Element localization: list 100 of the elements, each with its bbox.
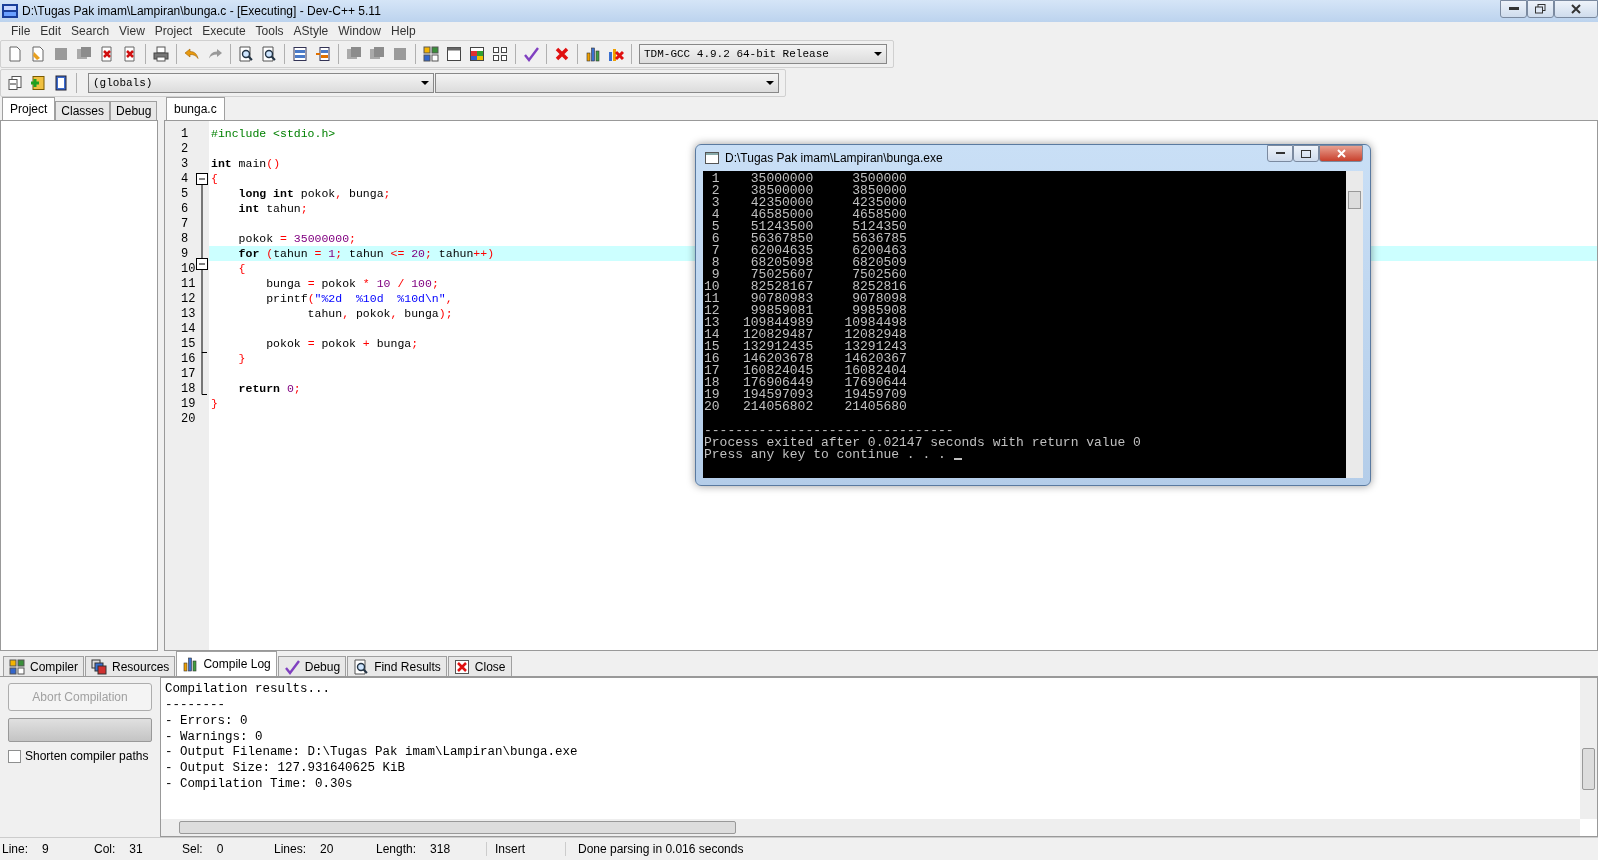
line-number: 9 <box>181 246 189 261</box>
console-output-line: 5 51243500 5124350 <box>710 221 908 233</box>
member-dropdown[interactable] <box>435 72 779 93</box>
compiler-dropdown[interactable]: TDM-GCC 4.9.2 64-bit Release <box>639 43 887 64</box>
caret-icon <box>874 51 882 56</box>
window-title: D:\Tugas Pak imam\Lampiran\bunga.c - [Executing] - Dev-C++ 5.11 <box>22 3 382 18</box>
search-icon[interactable] <box>238 45 254 62</box>
code-line: for (tahun = 1; tahun <= 20; tahun++) <box>237 246 495 260</box>
console-output-line: 15 132912435 13291243 <box>704 341 908 353</box>
menu-item[interactable]: Window <box>333 23 386 38</box>
console-output-line: 4 46585000 4658500 <box>710 209 908 221</box>
console-output-line: 12 99859081 9985908 <box>704 305 908 317</box>
caret-icon <box>766 80 774 85</box>
minimize-button[interactable] <box>1267 145 1293 162</box>
status-label: Sel: <box>182 842 203 856</box>
log-line: - Errors: 0 <box>165 713 249 730</box>
panel-tab[interactable]: Debug <box>110 100 158 120</box>
restore-button[interactable] <box>1527 0 1554 18</box>
console-prompt: Press any key to continue . . . <box>704 447 947 462</box>
scope-dropdown[interactable]: (globals) <box>88 72 434 93</box>
line-number: 16 <box>181 351 196 366</box>
code-line: pokok = pokok + bunga; <box>265 336 419 350</box>
panel-tab[interactable]: Classes <box>55 100 111 120</box>
colored-window-icon[interactable] <box>469 45 485 62</box>
console-output-line: 10 82528167 8252816 <box>704 281 908 293</box>
line-number: 1 <box>181 126 189 141</box>
console-output-line: 16 146203678 14620367 <box>704 353 908 365</box>
close-file-icon[interactable] <box>99 45 115 62</box>
checkbox[interactable] <box>8 749 21 763</box>
maximize-icon <box>1301 149 1311 158</box>
minimize-button[interactable] <box>1500 0 1527 18</box>
console-output-line: 14 120829487 12082948 <box>704 329 908 341</box>
line-number: 5 <box>181 186 189 201</box>
menu-item[interactable]: Edit <box>35 23 67 38</box>
code-line: int tahun; <box>237 201 308 215</box>
line-number: 19 <box>181 396 196 411</box>
layers-icon <box>91 658 107 675</box>
check-icon <box>283 658 300 675</box>
vertical-scrollbar[interactable] <box>1346 171 1363 478</box>
maximize-button[interactable] <box>1293 145 1319 162</box>
console-output-line: 1 35000000 3500000 <box>710 173 908 185</box>
panel-tab[interactable]: Debug <box>277 656 347 677</box>
caret-icon <box>421 80 429 85</box>
line-number: 20 <box>181 411 196 426</box>
check-icon[interactable] <box>523 45 539 62</box>
horizontal-scrollbar[interactable] <box>161 819 1580 837</box>
vertical-scrollbar[interactable] <box>1580 678 1597 820</box>
status-label: Col: <box>94 842 116 856</box>
new-file-icon[interactable] <box>7 45 23 62</box>
file-tab[interactable]: bunga.c <box>166 96 225 120</box>
panel-tab[interactable]: Resources <box>85 656 176 677</box>
code-line: pokok = 35000000; <box>237 231 356 245</box>
console-output-line: 13 109844989 10984498 <box>704 317 908 329</box>
grid-icon[interactable] <box>423 45 439 62</box>
log-line: - Compilation Time: 0.30s <box>165 776 354 793</box>
menu-item[interactable]: View <box>114 23 150 38</box>
panel-tab[interactable]: Project <box>2 96 56 120</box>
line-number: 17 <box>181 366 196 381</box>
split-panel-icon[interactable] <box>315 45 331 62</box>
menu-item[interactable]: File <box>6 23 36 38</box>
console-output-line: 11 90780983 9078098 <box>704 293 908 305</box>
restore-icon <box>1535 4 1546 14</box>
close-all-icon[interactable] <box>122 45 138 62</box>
log-line: -------- <box>165 698 226 714</box>
log-line: Compilation results... <box>165 682 332 699</box>
close-button[interactable] <box>1319 145 1363 162</box>
console-output-line: 3 42350000 4235000 <box>710 197 908 209</box>
console-output-line: Process exited after 0.02147 seconds with return value 0 <box>704 437 1142 449</box>
menu-item[interactable]: AStyle <box>288 23 334 38</box>
close-button[interactable] <box>1554 0 1598 18</box>
line-number: 15 <box>181 336 196 351</box>
bar-chart-icon[interactable] <box>585 45 601 62</box>
menu-item[interactable]: Execute <box>197 23 251 38</box>
panel-tab[interactable]: Find Results <box>347 656 447 677</box>
menu-item[interactable]: Project <box>149 23 198 38</box>
bar-chart-icon <box>182 656 199 673</box>
panel-icon[interactable] <box>292 45 308 62</box>
panel-tab[interactable]: Close <box>447 656 512 677</box>
window-icon[interactable] <box>446 45 462 62</box>
status-value: 20 <box>320 842 334 856</box>
code-line: printf("%2d %10d %10d\n", <box>265 291 453 305</box>
add-icon[interactable] <box>30 74 46 91</box>
panel-tab[interactable]: Compiler <box>3 656 84 677</box>
panel-tab[interactable]: Compile Log <box>176 651 277 677</box>
menu-item[interactable]: Help <box>385 23 421 38</box>
menu-item[interactable]: Search <box>66 23 115 38</box>
print-icon[interactable] <box>153 45 169 62</box>
log-line: - Warnings: 0 <box>165 729 264 746</box>
line-number: 4 <box>181 171 189 186</box>
open-file-icon[interactable] <box>30 45 46 62</box>
menu-item[interactable]: Tools <box>250 23 289 38</box>
console-output-line: 8 68205098 6820509 <box>710 257 908 269</box>
code-line: tahun, pokok, bunga); <box>306 306 453 320</box>
tiles-icon[interactable] <box>492 45 508 62</box>
stop-icon[interactable] <box>554 45 570 62</box>
line-number: 11 <box>181 276 196 291</box>
undo-icon[interactable] <box>184 45 200 62</box>
code-line: return 0; <box>237 381 301 395</box>
insert-icon[interactable] <box>7 74 23 91</box>
status-label: Lines: <box>274 842 307 856</box>
